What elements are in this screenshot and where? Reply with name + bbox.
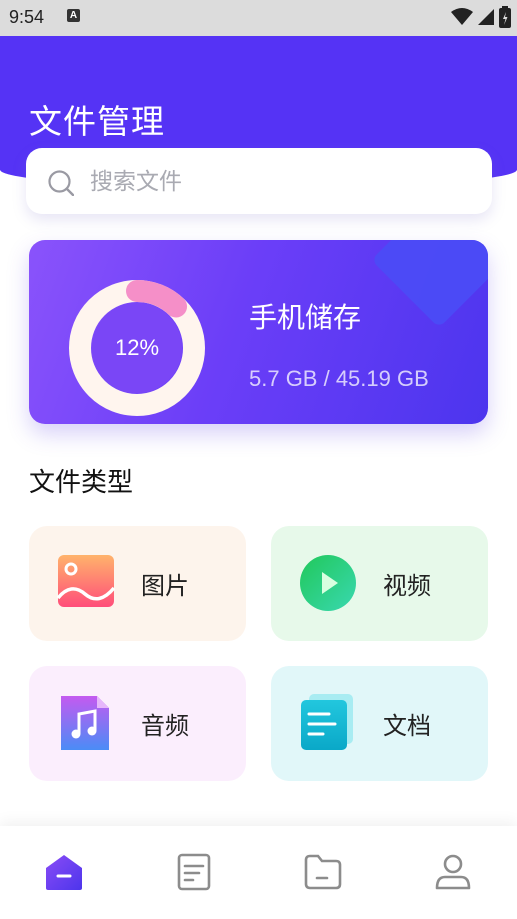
- status-bar: 9:54 A: [0, 0, 517, 36]
- file-type-audio[interactable]: 音频: [29, 666, 246, 781]
- music-icon: [61, 696, 109, 750]
- folder-icon: [304, 854, 342, 890]
- notification-badge: A: [67, 9, 80, 22]
- card-decoration: [371, 240, 488, 328]
- file-type-label: 文档: [383, 712, 431, 740]
- image-icon: [57, 555, 115, 607]
- nav-folders[interactable]: [303, 852, 343, 892]
- file-type-videos[interactable]: 视频: [271, 526, 488, 641]
- document-icon: [177, 853, 211, 891]
- wifi-icon: [451, 8, 473, 25]
- video-play-icon: [300, 555, 356, 611]
- bottom-navigation: [0, 826, 517, 919]
- document-icon: [301, 694, 353, 750]
- storage-card[interactable]: 12% 手机储存 5.7 GB / 45.19 GB: [29, 240, 488, 424]
- home-icon: [46, 855, 82, 890]
- file-type-label: 音频: [141, 712, 189, 740]
- file-type-label: 图片: [141, 572, 189, 600]
- nav-documents[interactable]: [174, 852, 214, 892]
- status-time: 9:54: [9, 7, 45, 27]
- user-icon: [435, 854, 471, 890]
- nav-profile[interactable]: [433, 852, 473, 892]
- battery-icon: [499, 6, 511, 28]
- status-icons: [451, 6, 511, 28]
- file-type-label: 视频: [383, 572, 431, 600]
- section-title-file-types: 文件类型: [29, 468, 134, 498]
- signal-icon: [478, 9, 494, 25]
- search-icon: [48, 170, 74, 196]
- search-input[interactable]: [88, 148, 472, 216]
- storage-size: 5.7 GB / 45.19 GB: [249, 366, 429, 391]
- file-type-documents[interactable]: 文档: [271, 666, 488, 781]
- page-title: 文件管理: [29, 102, 165, 141]
- file-type-images[interactable]: 图片: [29, 526, 246, 641]
- storage-title: 手机储存: [249, 301, 362, 334]
- nav-home[interactable]: [44, 852, 84, 892]
- storage-percent: 12%: [114, 335, 160, 360]
- search-bar[interactable]: [26, 148, 492, 216]
